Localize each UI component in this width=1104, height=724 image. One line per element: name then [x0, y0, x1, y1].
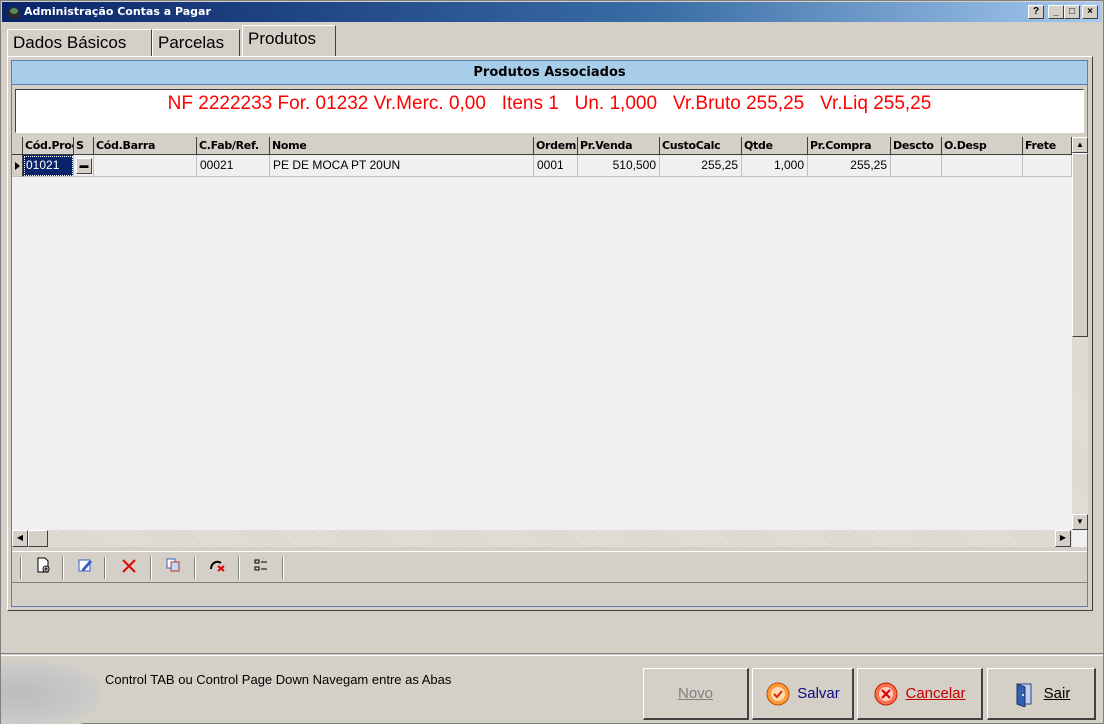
toolbar-separator: [150, 557, 152, 579]
cell-cod-barra[interactable]: [94, 155, 197, 177]
maximize-button[interactable]: □: [1064, 5, 1080, 19]
scroll-right-button[interactable]: ▶: [1055, 530, 1071, 547]
sair-label: Sair: [1043, 685, 1071, 702]
tab-panel-produtos: Produtos Associados NF 2222233 For. 0123…: [7, 56, 1093, 611]
scroll-down-button[interactable]: ▼: [1072, 514, 1088, 530]
row-indicator-header: [12, 137, 23, 155]
cell-c-fab-ref[interactable]: 00021: [197, 155, 270, 177]
help-button[interactable]: ?: [1028, 5, 1044, 19]
col-header-c-fab-ref[interactable]: C.Fab/Ref.: [197, 137, 270, 155]
new-document-icon[interactable]: [32, 557, 54, 579]
col-header-s[interactable]: S: [74, 137, 94, 155]
cell-cod-prod[interactable]: 01021: [23, 155, 74, 177]
table-row[interactable]: 01021 ▬ 00021 PE DE MOCA PT 20UN 0001 51…: [12, 155, 1072, 177]
horizontal-scrollbar[interactable]: ◀ ▶: [12, 530, 1072, 547]
current-row-indicator: [12, 155, 23, 177]
col-header-o-desp[interactable]: O.Desp: [942, 137, 1023, 155]
window-title: Administração Contas a Pagar: [24, 5, 211, 18]
col-header-ordem[interactable]: Ordem: [534, 137, 578, 155]
cell-pr-compra[interactable]: 255,25: [808, 155, 891, 177]
title-bar: Administração Contas a Pagar ? _ □ ×: [2, 2, 1102, 22]
cancelar-button[interactable]: Cancelar: [857, 668, 983, 720]
cell-ordem[interactable]: 0001: [534, 155, 578, 177]
vertical-scrollbar[interactable]: ▲ ▼: [1072, 137, 1088, 530]
tab-parcelas[interactable]: Parcelas: [152, 29, 240, 57]
toolbar-separator: [104, 557, 106, 579]
cell-qtde[interactable]: 1,000: [742, 155, 808, 177]
app-icon: [8, 7, 20, 19]
cell-custo-calc[interactable]: 255,25: [660, 155, 742, 177]
toolbar-separator: [20, 557, 22, 579]
footer: Control TAB ou Control Page Down Navegam…: [1, 653, 1103, 724]
tab-dados-basicos[interactable]: Dados Básicos: [7, 29, 152, 57]
main-window: Administração Contas a Pagar ? _ □ × Dad…: [0, 0, 1104, 724]
grid-header: Cód.Prod S Cód.Barra C.Fab/Ref. Nome Ord…: [12, 137, 1072, 155]
cell-s[interactable]: ▬: [74, 155, 94, 177]
invoice-summary: NF 2222233 For. 01232 Vr.Merc. 0,00 Iten…: [15, 89, 1084, 133]
col-header-qtde[interactable]: Qtde: [742, 137, 808, 155]
lookup-button[interactable]: ▬: [76, 158, 92, 174]
novo-label: Novo: [677, 685, 714, 702]
col-header-pr-compra[interactable]: Pr.Compra: [808, 137, 891, 155]
cell-nome[interactable]: PE DE MOCA PT 20UN: [270, 155, 534, 177]
sair-button[interactable]: Sair: [987, 668, 1096, 720]
toolbar-separator: [238, 557, 240, 579]
col-header-cod-prod[interactable]: Cód.Prod: [23, 137, 74, 155]
edit-icon[interactable]: [74, 557, 96, 579]
vertical-scroll-thumb[interactable]: [1072, 153, 1088, 337]
novo-button[interactable]: Novo: [643, 668, 749, 720]
col-header-descto[interactable]: Descto: [891, 137, 942, 155]
footer-inner: Control TAB ou Control Page Down Navegam…: [1, 655, 1103, 724]
col-header-pr-venda[interactable]: Pr.Venda: [578, 137, 660, 155]
list-icon[interactable]: [250, 557, 272, 579]
cancel-icon[interactable]: [206, 557, 228, 579]
cell-o-desp[interactable]: [942, 155, 1023, 177]
check-icon: [766, 682, 790, 705]
tab-produtos[interactable]: Produtos: [242, 25, 336, 57]
close-button[interactable]: ×: [1082, 5, 1098, 19]
horizontal-scroll-thumb[interactable]: [28, 530, 48, 547]
decorative-shape: [1, 662, 101, 724]
salvar-label: Salvar: [797, 685, 840, 702]
delete-icon[interactable]: [118, 557, 140, 579]
copy-icon[interactable]: [162, 557, 184, 579]
exit-door-icon: [1016, 682, 1032, 707]
col-header-frete[interactable]: Frete: [1023, 137, 1072, 155]
group-header: Produtos Associados: [12, 61, 1087, 85]
navigation-hint: Control TAB ou Control Page Down Navegam…: [105, 672, 452, 687]
cell-frete[interactable]: [1023, 155, 1072, 177]
salvar-button[interactable]: Salvar: [752, 668, 854, 720]
cell-descto[interactable]: [891, 155, 942, 177]
products-group: Produtos Associados NF 2222233 For. 0123…: [11, 60, 1088, 607]
cancelar-label: Cancelar: [905, 685, 966, 702]
products-grid[interactable]: Cód.Prod S Cód.Barra C.Fab/Ref. Nome Ord…: [12, 137, 1088, 547]
col-header-nome[interactable]: Nome: [270, 137, 534, 155]
col-header-cod-barra[interactable]: Cód.Barra: [94, 137, 197, 155]
scroll-left-button[interactable]: ◀: [12, 530, 28, 547]
toolbar-separator: [282, 557, 284, 579]
toolbar-separator: [62, 557, 64, 579]
scroll-up-button[interactable]: ▲: [1072, 137, 1088, 153]
minimize-button[interactable]: _: [1048, 5, 1064, 19]
cancel-circle-icon: [874, 682, 898, 705]
toolbar-separator: [194, 557, 196, 579]
col-header-custo-calc[interactable]: CustoCalc: [660, 137, 742, 155]
grid-toolbar: [12, 551, 1087, 583]
cell-pr-venda[interactable]: 510,500: [578, 155, 660, 177]
